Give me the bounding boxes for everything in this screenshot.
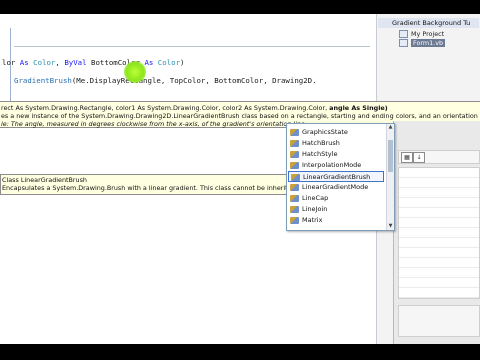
- parameter-info-param-desc: le: The angle, measured in degrees clock…: [1, 120, 307, 128]
- scroll-down-icon[interactable]: ▼: [387, 223, 394, 230]
- class-info-tooltip: Class LinearGradientBrush Encapsulates a…: [0, 174, 298, 195]
- completion-item-label: GraphicsState: [302, 128, 348, 136]
- solution-item-form1[interactable]: Form1.vb: [399, 39, 446, 48]
- code-line-parameters[interactable]: lor As Color, ByVal BottomColor As Color…: [2, 58, 185, 67]
- completion-item-label: InterpolationMode: [302, 161, 362, 169]
- code-line-gradient-brush[interactable]: GradientBrush(Me.DisplayRectangle, TopCo…: [14, 76, 317, 85]
- completion-item-label: LineCap: [302, 194, 329, 202]
- intellisense-completion-list[interactable]: GraphicsState HatchBrush HatchStyle Interpo…: [286, 123, 395, 231]
- properties-toolbar: ▦ ↓: [398, 150, 480, 164]
- class-info-title: Class LinearGradientBrush: [2, 176, 87, 184]
- categorized-button[interactable]: ▦: [401, 152, 413, 163]
- completion-item-label: HatchStyle: [302, 150, 338, 158]
- parameter-info-signature: rect As System.Drawing.Rectangle, color1…: [1, 104, 388, 112]
- class-icon: [290, 183, 299, 191]
- completion-item-label: HatchBrush: [302, 139, 340, 147]
- class-icon: [290, 161, 299, 169]
- completion-item[interactable]: LinearGradientBrush: [288, 171, 384, 182]
- code-keyword: As: [15, 58, 34, 67]
- class-icon: [290, 150, 299, 158]
- code-type: Color: [157, 58, 181, 67]
- screen-frame: lor As Color, ByVal BottomColor As Color…: [0, 14, 480, 344]
- class-icon: [290, 194, 299, 202]
- code-token: lor: [2, 58, 16, 67]
- class-icon: [291, 173, 300, 181]
- class-icon: [290, 128, 299, 136]
- completion-item[interactable]: LineJoin: [288, 204, 384, 215]
- scroll-up-icon[interactable]: ▲: [387, 124, 394, 131]
- alphabetical-button[interactable]: ↓: [413, 152, 425, 163]
- parameter-info-summary: es a new instance of the System.Drawing.…: [1, 112, 480, 120]
- form-file-icon: [399, 39, 408, 47]
- code-arguments: (Me.DisplayRectangle, TopColor, BottomCo…: [71, 76, 317, 85]
- completion-item-label: Matrix: [302, 216, 323, 224]
- code-keyword: As: [144, 58, 154, 67]
- property-grid[interactable]: [398, 167, 480, 299]
- solution-explorer-title: Gradient Background Tu: [378, 18, 479, 28]
- solution-item-my-project[interactable]: My Project: [399, 30, 444, 39]
- procedure-separator: [14, 46, 370, 47]
- properties-panel: ▦ ↓: [393, 121, 480, 344]
- class-info-description: Encapsulates a System.Drawing.Brush with…: [2, 184, 298, 192]
- completion-item[interactable]: HatchBrush: [288, 138, 384, 149]
- code-class-name: GradientBrush: [14, 76, 72, 85]
- scroll-thumb[interactable]: [388, 140, 393, 172]
- completion-item[interactable]: GraphicsState: [288, 127, 384, 138]
- completion-item[interactable]: InterpolationMode: [288, 160, 384, 171]
- class-icon: [290, 205, 299, 213]
- code-token: ,: [55, 58, 65, 67]
- completion-item[interactable]: LineCap: [288, 193, 384, 204]
- project-icon: [399, 30, 408, 38]
- class-icon: [290, 216, 299, 224]
- current-parameter: angle As Single): [329, 104, 388, 112]
- completion-item-label: LinearGradientBrush: [303, 173, 371, 181]
- code-type: Color: [33, 58, 56, 67]
- completion-scrollbar[interactable]: ▲ ▼: [386, 124, 394, 230]
- mouse-cursor-highlight: [124, 61, 146, 83]
- completion-item-label: LineJoin: [302, 205, 328, 213]
- completion-item-label: LinearGradientMode: [302, 183, 369, 191]
- code-keyword: ByVal: [64, 58, 87, 67]
- completion-item[interactable]: HatchStyle: [288, 149, 384, 160]
- completion-item[interactable]: Matrix: [288, 215, 384, 226]
- code-token: ): [180, 58, 185, 67]
- property-description: [398, 305, 480, 337]
- class-icon: [290, 139, 299, 147]
- completion-item[interactable]: LinearGradientMode: [288, 182, 384, 193]
